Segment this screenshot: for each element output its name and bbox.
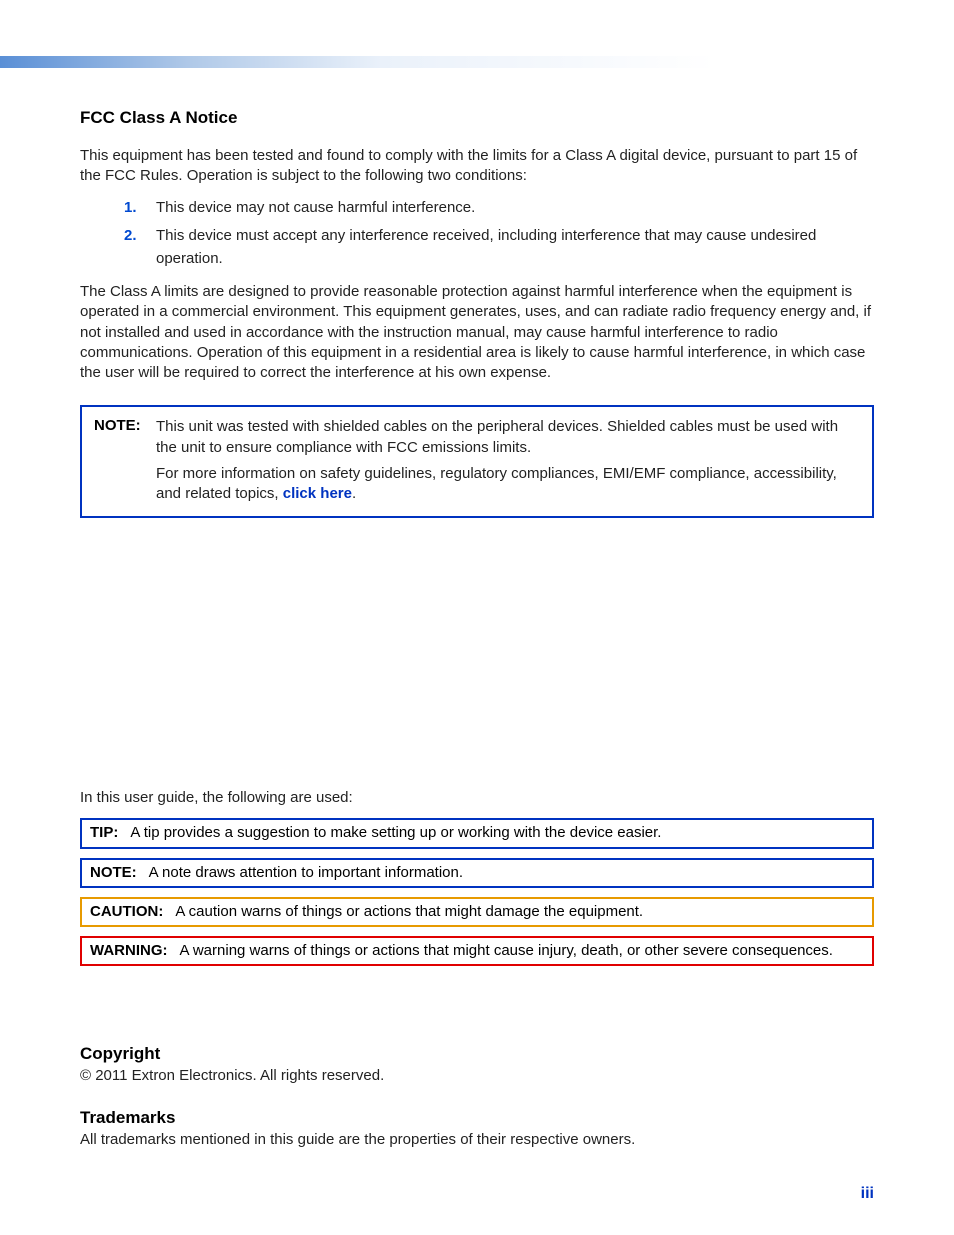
note-p2-prefix: For more information on safety guideline…	[156, 465, 837, 502]
warning-text: A warning warns of things or actions tha…	[180, 941, 833, 961]
guide-intro: In this user guide, the following are us…	[80, 788, 874, 808]
fcc-intro: This equipment has been tested and found…	[80, 146, 874, 187]
note-callout-label: NOTE:	[90, 863, 149, 883]
trademarks-text: All trademarks mentioned in this guide a…	[80, 1130, 874, 1150]
guide-section: In this user guide, the following are us…	[80, 788, 874, 966]
note-label: NOTE:	[94, 417, 156, 504]
tip-text: A tip provides a suggestion to make sett…	[130, 823, 661, 843]
header-gradient-bar	[0, 56, 954, 68]
tip-label: TIP:	[90, 823, 130, 843]
caution-text: A caution warns of things or actions tha…	[175, 902, 643, 922]
caution-callout: CAUTION: A caution warns of things or ac…	[80, 897, 874, 927]
note-callout-text: A note draws attention to important info…	[149, 863, 463, 883]
copyright-heading: Copyright	[80, 1044, 874, 1064]
tip-callout: TIP: A tip provides a suggestion to make…	[80, 818, 874, 848]
note-text-1: This unit was tested with shielded cable…	[156, 417, 860, 458]
caution-label: CAUTION:	[90, 902, 175, 922]
fcc-conditions-list: This device may not cause harmful interf…	[124, 197, 874, 271]
copyright-text: © 2011 Extron Electronics. All rights re…	[80, 1066, 874, 1086]
note-p2-suffix: .	[352, 485, 356, 502]
footer-section: Copyright © 2011 Extron Electronics. All…	[80, 1044, 874, 1161]
fcc-para2: The Class A limits are designed to provi…	[80, 282, 874, 383]
click-here-link[interactable]: click here	[283, 485, 352, 502]
warning-callout: WARNING: A warning warns of things or ac…	[80, 936, 874, 966]
note-box: NOTE: This unit was tested with shielded…	[80, 405, 874, 518]
list-item: This device may not cause harmful interf…	[124, 197, 874, 220]
fcc-heading: FCC Class A Notice	[80, 108, 874, 128]
trademarks-heading: Trademarks	[80, 1108, 874, 1128]
note-text-2: For more information on safety guideline…	[156, 464, 860, 505]
note-callout: NOTE: A note draws attention to importan…	[80, 858, 874, 888]
note-body: This unit was tested with shielded cable…	[156, 417, 860, 504]
page-number: iii	[861, 1185, 874, 1203]
main-content: FCC Class A Notice This equipment has be…	[80, 108, 874, 518]
list-item: This device must accept any interference…	[124, 225, 874, 270]
warning-label: WARNING:	[90, 941, 180, 961]
